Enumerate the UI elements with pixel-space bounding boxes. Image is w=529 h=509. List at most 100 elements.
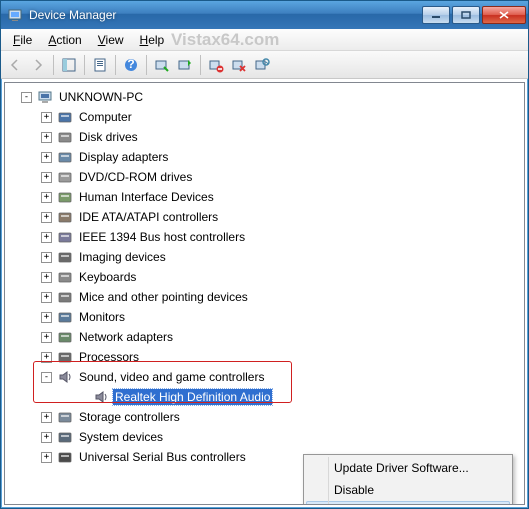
device-icon bbox=[56, 189, 74, 205]
device-icon bbox=[56, 429, 74, 445]
expand-icon[interactable]: + bbox=[41, 452, 52, 463]
expand-icon[interactable]: + bbox=[41, 432, 52, 443]
device-icon bbox=[56, 329, 74, 345]
menu-disable[interactable]: Disable bbox=[306, 479, 510, 501]
close-button[interactable] bbox=[482, 6, 526, 24]
menu-help[interactable]: Help bbox=[132, 31, 173, 49]
tree-item-label: Monitors bbox=[77, 309, 127, 325]
tree-item-label: System devices bbox=[77, 429, 165, 445]
help-button[interactable]: ? bbox=[120, 54, 142, 76]
tree-item-label: Imaging devices bbox=[77, 249, 168, 265]
tree-item-label: IEEE 1394 Bus host controllers bbox=[77, 229, 247, 245]
properties-button[interactable] bbox=[89, 54, 111, 76]
device-icon bbox=[56, 289, 74, 305]
tree-item-label: Realtek High Definition Audio bbox=[113, 389, 272, 405]
tree-item-label: Processors bbox=[77, 349, 141, 365]
expand-icon[interactable]: + bbox=[41, 132, 52, 143]
tree-item-label: Universal Serial Bus controllers bbox=[77, 449, 248, 465]
toolbar: ? bbox=[1, 51, 528, 79]
menu-update-driver[interactable]: Update Driver Software... bbox=[306, 457, 510, 479]
device-icon bbox=[56, 409, 74, 425]
svg-text:?: ? bbox=[127, 57, 134, 71]
expand-icon[interactable]: + bbox=[41, 272, 52, 283]
forward-button[interactable] bbox=[27, 54, 49, 76]
menu-file[interactable]: File bbox=[5, 31, 40, 49]
window-title: Device Manager bbox=[29, 8, 422, 22]
scan-hardware-button[interactable] bbox=[151, 54, 173, 76]
tree-item[interactable]: + Processors bbox=[7, 347, 524, 367]
device-icon bbox=[56, 369, 74, 385]
tree-item[interactable]: + DVD/CD-ROM drives bbox=[7, 167, 524, 187]
tree-item[interactable]: +Human Interface Devices bbox=[7, 187, 524, 207]
toolbar-separator bbox=[146, 55, 147, 75]
update-driver-button[interactable] bbox=[174, 54, 196, 76]
expand-icon[interactable]: + bbox=[41, 292, 52, 303]
minimize-button[interactable] bbox=[422, 6, 450, 24]
tree-item[interactable]: + Mice and other pointing devices bbox=[7, 287, 524, 307]
device-icon bbox=[56, 169, 74, 185]
tree-item[interactable]: + Keyboards bbox=[7, 267, 524, 287]
expand-icon[interactable]: + bbox=[41, 352, 52, 363]
expand-icon[interactable]: + bbox=[41, 212, 52, 223]
expand-icon[interactable]: + bbox=[41, 152, 52, 163]
tree-item-realtek[interactable]: Realtek High Definition Audio bbox=[7, 387, 524, 407]
tree-item-label: Computer bbox=[77, 109, 134, 125]
menu-action[interactable]: Action bbox=[40, 31, 89, 49]
maximize-button[interactable] bbox=[452, 6, 480, 24]
toolbar-separator bbox=[53, 55, 54, 75]
window-buttons bbox=[422, 6, 526, 24]
tree-item[interactable]: + IDE ATA/ATAPI controllers bbox=[7, 207, 524, 227]
device-icon bbox=[36, 89, 54, 105]
tree-item[interactable]: + Imaging devices bbox=[7, 247, 524, 267]
expand-icon[interactable]: + bbox=[41, 172, 52, 183]
uninstall-button[interactable] bbox=[205, 54, 227, 76]
expand-icon[interactable]: + bbox=[41, 112, 52, 123]
expand-icon[interactable]: + bbox=[41, 412, 52, 423]
tree-item-label: Keyboards bbox=[77, 269, 138, 285]
expand-icon[interactable]: + bbox=[41, 312, 52, 323]
tree-root[interactable]: -UNKNOWN-PC bbox=[7, 87, 524, 107]
collapse-icon[interactable]: - bbox=[41, 372, 52, 383]
device-icon bbox=[92, 389, 110, 405]
tree-item-label: Sound, video and game controllers bbox=[77, 369, 266, 385]
device-icon bbox=[56, 309, 74, 325]
enable-button[interactable] bbox=[251, 54, 273, 76]
expand-icon[interactable]: + bbox=[41, 252, 52, 263]
menu-view[interactable]: View bbox=[90, 31, 132, 49]
disable-button[interactable] bbox=[228, 54, 250, 76]
device-icon bbox=[56, 349, 74, 365]
expand-icon[interactable]: + bbox=[41, 192, 52, 203]
tree-item-label: Disk drives bbox=[77, 129, 140, 145]
tree-item[interactable]: + System devices bbox=[7, 427, 524, 447]
collapse-icon[interactable]: - bbox=[21, 92, 32, 103]
menu-uninstall[interactable]: Uninstall bbox=[306, 501, 510, 505]
tree-item-label: IDE ATA/ATAPI controllers bbox=[77, 209, 220, 225]
tree-pane[interactable]: -UNKNOWN-PC + Computer + Disk drives +Display… bbox=[4, 82, 525, 505]
tree-item-label: DVD/CD-ROM drives bbox=[77, 169, 194, 185]
tree-item[interactable]: + Computer bbox=[7, 107, 524, 127]
expand-icon[interactable]: + bbox=[41, 232, 52, 243]
device-icon bbox=[56, 149, 74, 165]
tree-item-sound[interactable]: - Sound, video and game controllers bbox=[7, 367, 524, 387]
tree-item[interactable]: + Disk drives bbox=[7, 127, 524, 147]
device-icon bbox=[56, 449, 74, 465]
expand-icon[interactable]: + bbox=[41, 332, 52, 343]
watermark: Vistax64.com bbox=[171, 30, 279, 50]
toolbar-separator bbox=[84, 55, 85, 75]
titlebar[interactable]: Device Manager bbox=[1, 1, 528, 29]
toolbar-separator bbox=[115, 55, 116, 75]
tree-item[interactable]: + IEEE 1394 Bus host controllers bbox=[7, 227, 524, 247]
tree-item[interactable]: +Network adapters bbox=[7, 327, 524, 347]
device-manager-window: Device Manager File Action View Help Vis… bbox=[0, 0, 529, 509]
device-icon bbox=[56, 129, 74, 145]
back-button[interactable] bbox=[4, 54, 26, 76]
tree-item[interactable]: + Storage controllers bbox=[7, 407, 524, 427]
show-hide-tree-button[interactable] bbox=[58, 54, 80, 76]
menubar: File Action View Help Vistax64.com bbox=[1, 29, 528, 51]
device-icon bbox=[56, 209, 74, 225]
tree-item-label: Storage controllers bbox=[77, 409, 182, 425]
tree-item[interactable]: +Display adapters bbox=[7, 147, 524, 167]
tree-item-label: Mice and other pointing devices bbox=[77, 289, 250, 305]
device-icon bbox=[56, 229, 74, 245]
tree-item[interactable]: + Monitors bbox=[7, 307, 524, 327]
